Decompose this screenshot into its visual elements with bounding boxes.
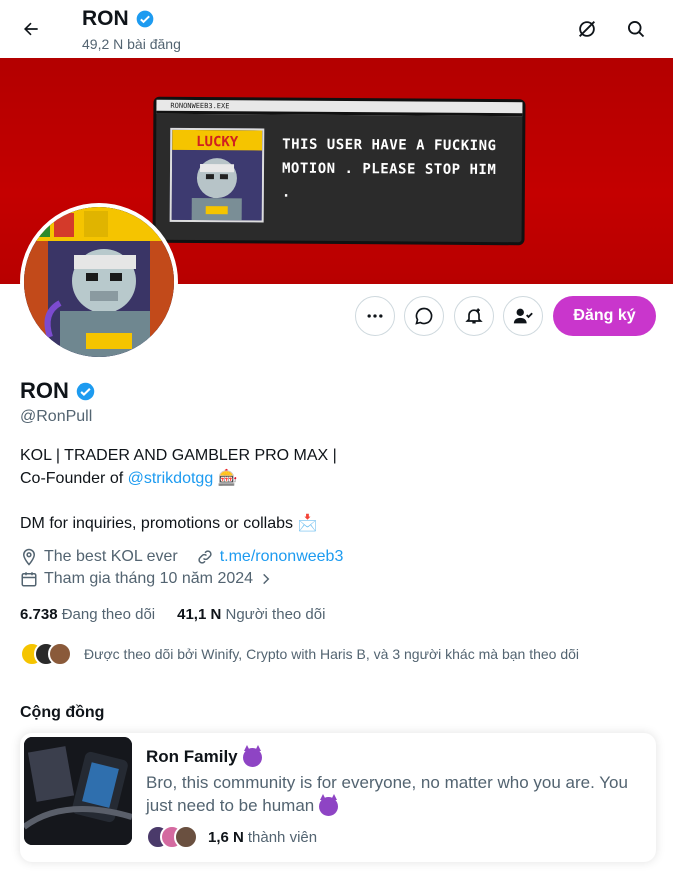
- post-count: 49,2 N bài đăng: [82, 36, 181, 52]
- notify-icon: [465, 308, 483, 324]
- subscribe-button[interactable]: Đăng ký: [553, 296, 656, 336]
- grok-icon: [579, 21, 595, 37]
- banner-thumbnail: LUCKY: [169, 127, 265, 223]
- top-bar: RON 49,2 N bài đăng: [0, 0, 673, 58]
- following-count: 6.738: [20, 606, 58, 623]
- notify-button[interactable]: [454, 296, 494, 336]
- community-description-text: Bro, this community is for everyone, no …: [146, 773, 628, 815]
- avatar[interactable]: [20, 203, 178, 361]
- grok-button[interactable]: [570, 12, 604, 46]
- message-icon: [415, 307, 433, 325]
- bio-prefix: Co-Founder of: [20, 470, 128, 487]
- location-icon: [22, 548, 36, 566]
- follower-avatar: [48, 642, 72, 666]
- banner-window: RONONWEEB3.EXE LUCKY THIS USER HAVE A FU…: [152, 96, 526, 246]
- bio-line-1: KOL | TRADER AND GAMBLER PRO MAX |: [20, 447, 337, 464]
- bio-line-3-text: DM for inquiries, promotions or collabs: [20, 515, 293, 532]
- meta-row-2[interactable]: Tham gia tháng 10 năm 2024: [20, 570, 273, 588]
- location-text: The best KOL ever: [44, 548, 178, 565]
- calendar-icon: [21, 572, 37, 587]
- community-description: Bro, this community is for everyone, no …: [146, 771, 646, 817]
- devil-emoji-icon: [242, 744, 262, 767]
- mention-link[interactable]: @strikdotgg: [128, 470, 214, 487]
- banner-message: THIS USER HAVE A FUCKING MOTION . PLEASE…: [281, 136, 497, 201]
- message-button[interactable]: [404, 296, 444, 336]
- meta-row-1: The best KOL ever t.me/rononweeb3: [20, 548, 343, 566]
- profile-handle: @RonPull: [20, 408, 93, 425]
- back-arrow-icon: [24, 22, 38, 36]
- search-icon: [628, 21, 645, 38]
- profile-name-text: RON: [20, 378, 69, 403]
- profile-bio: KOL | TRADER AND GAMBLER PRO MAX | Co-Fo…: [20, 444, 640, 535]
- followers-stat[interactable]: 41,1 N Người theo dõi: [177, 606, 325, 623]
- verified-icon: [136, 10, 154, 28]
- slot-emoji: 🎰: [217, 470, 238, 487]
- community-section-title: Cộng đồng: [20, 704, 105, 721]
- following-label: Đang theo dõi: [61, 606, 156, 623]
- member-count: 1,6 N: [208, 828, 244, 846]
- community-members: 1,6 N thành viên: [146, 825, 317, 849]
- bio-line-3: DM for inquiries, promotions or collabs …: [20, 512, 640, 535]
- followers-label: Người theo dõi: [225, 606, 326, 623]
- more-button[interactable]: [355, 296, 395, 336]
- banner-thumb-label: LUCKY: [196, 134, 239, 150]
- follow-status-button[interactable]: [503, 296, 543, 336]
- header-title: RON: [82, 7, 155, 31]
- verified-icon: [76, 382, 95, 400]
- chevron-right-icon: [263, 573, 270, 585]
- link-icon: [198, 550, 212, 564]
- following-stat[interactable]: 6.738 Đang theo dõi: [20, 606, 155, 623]
- member-avatar: [174, 825, 198, 849]
- envelope-emoji: 📩: [297, 515, 318, 532]
- community-name-text: Ron Family: [146, 747, 238, 766]
- website-link[interactable]: t.me/rononweeb3: [220, 548, 344, 566]
- community-image: [24, 737, 132, 845]
- followed-by-row[interactable]: Được theo dõi bởi Winify, Crypto with Ha…: [20, 642, 579, 666]
- devil-emoji-icon: [318, 794, 338, 817]
- joined-text: Tham gia tháng 10 năm 2024: [44, 570, 254, 587]
- follow-user-icon: [513, 308, 533, 324]
- member-label: thành viên: [247, 828, 318, 846]
- profile-name: RON: [20, 378, 96, 404]
- banner-window-title: RONONWEEB3.EXE: [156, 99, 523, 117]
- search-button[interactable]: [619, 12, 653, 46]
- followed-by-text: Được theo dõi bởi Winify, Crypto with Ha…: [84, 646, 580, 662]
- followers-count: 41,1 N: [177, 606, 222, 623]
- back-button[interactable]: [14, 12, 48, 46]
- more-icon: [367, 314, 383, 318]
- header-name: RON: [82, 7, 129, 30]
- community-name: Ron Family: [146, 744, 262, 767]
- community-card[interactable]: Ron Family Bro, this community is for ev…: [20, 733, 656, 862]
- bio-line-2: Co-Founder of @strikdotgg 🎰: [20, 467, 640, 490]
- follow-stats: 6.738 Đang theo dõi 41,1 N Người theo dõ…: [20, 606, 325, 623]
